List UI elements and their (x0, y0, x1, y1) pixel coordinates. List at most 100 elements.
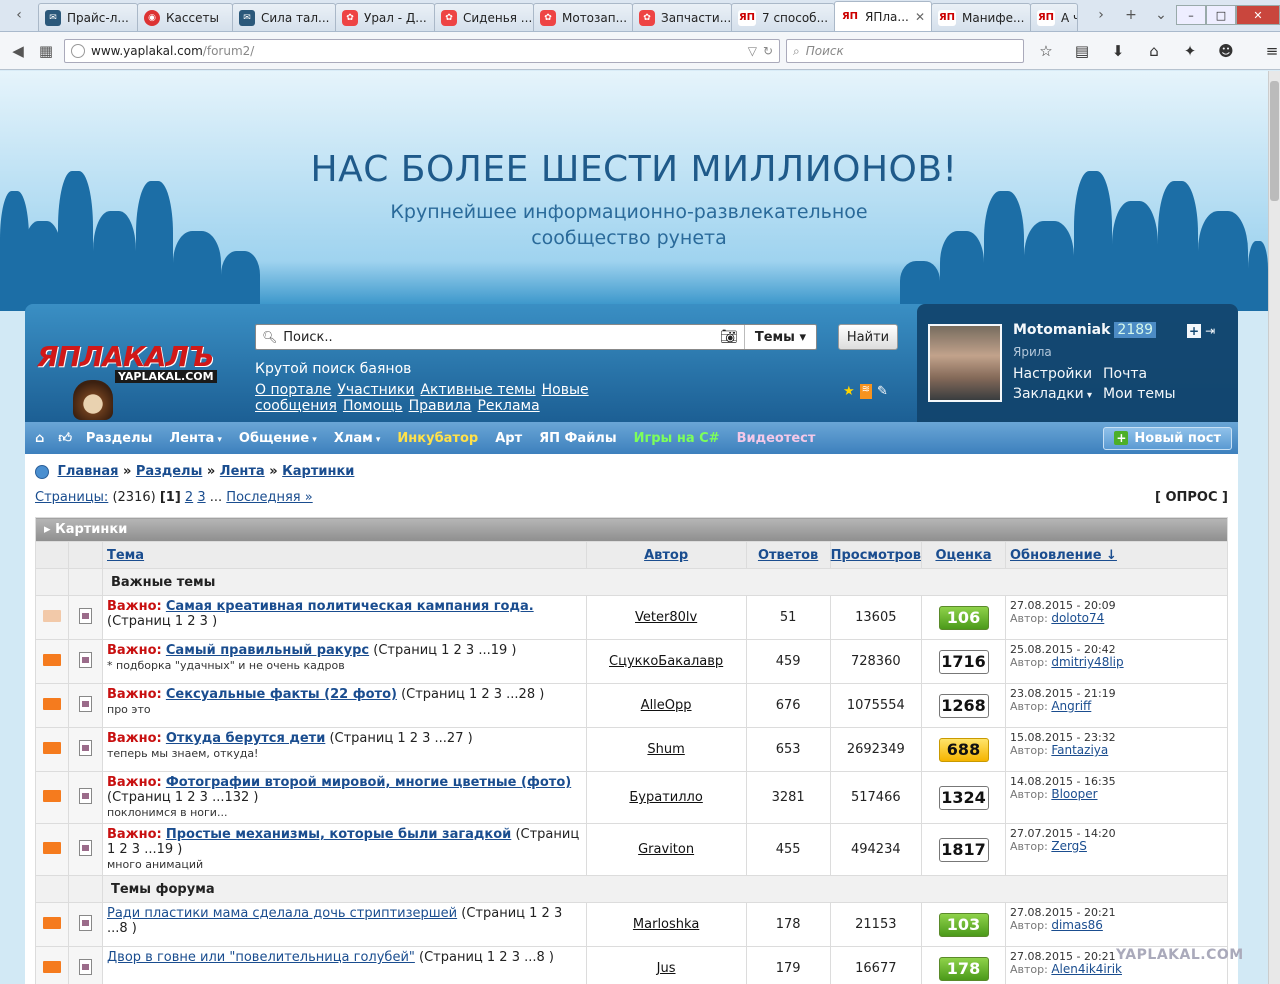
maximize-button[interactable]: □ (1206, 5, 1236, 25)
topic-title-link[interactable]: Фотографии второй мировой, многие цветны… (166, 775, 571, 790)
page-3-link[interactable]: 3 (197, 490, 205, 505)
breadcrumb-home[interactable]: Главная (58, 464, 119, 479)
add-icon[interactable]: + (1187, 324, 1202, 338)
scrollbar-thumb[interactable] (1270, 81, 1279, 201)
topic-pages[interactable]: (Страниц 1 2 3 ) (107, 614, 217, 629)
author-link[interactable]: Marloshka (633, 917, 699, 932)
topic-title-link[interactable]: Двор в говне или "повелительница голубей… (107, 950, 415, 965)
menu-item-games[interactable]: Игры на C# (634, 431, 720, 446)
addon-icon[interactable]: ✦ (1176, 37, 1204, 65)
thumbs-up-icon[interactable]: 👍︎ (58, 431, 72, 446)
new-post-button[interactable]: + Новый пост (1103, 426, 1232, 450)
last-poster-link[interactable]: dmitriy48lip (1051, 655, 1123, 669)
camera-icon[interactable]: 📷︎ (720, 329, 738, 345)
settings-link[interactable]: Настройки (1013, 366, 1092, 382)
browser-tab[interactable]: ✿ Сиденья ... (434, 3, 534, 31)
topic-pages[interactable]: (Страниц 1 2 3 ...28 ) (401, 687, 544, 702)
header-link[interactable]: Помощь (343, 398, 403, 414)
browser-tab[interactable]: ЯП ЯПла... ✕ (834, 1, 932, 31)
column-header-views[interactable]: Просмотров (829, 541, 923, 569)
my-topics-link[interactable]: Мои темы (1103, 386, 1176, 402)
envelope-icon[interactable] (43, 653, 61, 666)
reload-icon[interactable]: ↻ (763, 44, 773, 58)
pages-label[interactable]: Страницы: (35, 490, 108, 505)
browser-tab[interactable]: ✿ Урал - Д... (335, 3, 435, 31)
browser-tab[interactable]: ◉ Кассеты (137, 3, 233, 31)
last-poster-link[interactable]: dimas86 (1051, 918, 1103, 932)
author-link[interactable]: Jus (657, 961, 676, 976)
column-header-topic[interactable]: Тема (102, 541, 587, 569)
column-header-author[interactable]: Автор (585, 541, 747, 569)
url-dropdown-icon[interactable]: ▽ (748, 44, 757, 58)
site-logo[interactable]: ЯПЛАКАЛЪ (37, 340, 214, 373)
header-link[interactable]: Активные темы (420, 382, 535, 398)
topic-title-link[interactable]: Ради пластики мама сделала дочь стриптиз… (107, 906, 457, 921)
column-header-updated[interactable]: Обновление ↓ (1005, 541, 1228, 569)
menu-item-sections[interactable]: Разделы (86, 431, 152, 446)
header-link[interactable]: О портале (255, 382, 331, 398)
browser-tab[interactable]: ✿ Запчасти... (632, 3, 732, 31)
browser-search-input[interactable]: ⌕ Поиск (786, 39, 1024, 63)
topic-pages[interactable]: (Страниц 1 2 3 ...27 ) (329, 731, 472, 746)
envelope-icon[interactable] (43, 916, 61, 929)
new-tab-icon[interactable]: + (1116, 7, 1146, 23)
envelope-icon[interactable] (43, 741, 61, 754)
browser-tab[interactable]: ✿ Мотозап... (533, 3, 633, 31)
downloads-icon[interactable]: ⬇ (1104, 37, 1132, 65)
browser-tab[interactable]: ✉ Сила тал... (232, 3, 336, 31)
topic-title-link[interactable]: Сексуальные факты (22 фото) (166, 687, 397, 702)
bookmark-star-icon[interactable]: ☆ (1032, 37, 1060, 65)
browser-tab[interactable]: ЯП 7 способ... (731, 3, 835, 31)
header-link[interactable]: Участники (337, 382, 414, 398)
menu-item-art[interactable]: Арт (495, 431, 522, 446)
menu-item-incubator[interactable]: Инкубатор (397, 431, 478, 446)
search-scope-select[interactable]: Темы ▾ (743, 325, 816, 349)
breadcrumb-feed[interactable]: Лента (220, 464, 265, 479)
menu-item-feed[interactable]: Лента ▾ (169, 431, 222, 446)
topic-pages[interactable]: (Страниц 1 2 3 ...19 ) (373, 643, 516, 658)
back-icon[interactable]: ◀ (4, 37, 32, 65)
poll-link[interactable]: [ ОПРОС ] (1155, 490, 1228, 505)
score-badge[interactable]: 1716 (938, 649, 989, 674)
menu-icon[interactable]: ≡ (1258, 37, 1280, 65)
mail-link[interactable]: Почта (1103, 366, 1147, 382)
topic-title-link[interactable]: Самая креативная политическая кампания г… (166, 599, 534, 614)
topic-pages[interactable]: (Страниц 1 2 3 ...8 ) (419, 950, 554, 965)
breadcrumb-sections[interactable]: Разделы (136, 464, 202, 479)
chat-icon[interactable]: ☻ (1212, 37, 1240, 65)
menu-item-files[interactable]: ЯП Файлы (539, 431, 616, 446)
last-poster-link[interactable]: ZergS (1051, 839, 1087, 853)
score-badge[interactable]: 1817 (938, 837, 989, 862)
url-bar[interactable]: www.yaplakal.com /forum2/ ▽ ↻ (64, 39, 780, 63)
home-icon[interactable]: ⌂ (1140, 37, 1168, 65)
site-search-input[interactable]: 🔍︎ Поиск.. 📷︎ Темы ▾ (255, 324, 817, 350)
menu-item-communication[interactable]: Общение ▾ (239, 431, 317, 446)
author-link[interactable]: AlleOpp (641, 698, 692, 713)
envelope-icon[interactable] (43, 789, 61, 802)
topic-title-link[interactable]: Откуда берутся дети (166, 731, 325, 746)
author-link[interactable]: СцуккоБакалавр (609, 654, 723, 669)
score-badge[interactable]: 103 (938, 912, 989, 937)
close-tab-icon[interactable]: ✕ (909, 10, 925, 24)
avatar[interactable] (928, 324, 1002, 402)
rss-icon[interactable]: ≋ (859, 384, 873, 399)
browser-tab[interactable]: ✉ Прайс-л... (38, 3, 138, 31)
author-link[interactable]: Shum (647, 742, 684, 757)
score-badge[interactable]: 178 (938, 956, 989, 981)
minimize-button[interactable]: – (1176, 5, 1206, 25)
last-poster-link[interactable]: Angriff (1051, 699, 1091, 713)
envelope-icon[interactable] (43, 697, 61, 710)
column-header-replies[interactable]: Ответов (745, 541, 831, 569)
sidebar-toggle-icon[interactable]: ▦ (32, 37, 60, 65)
last-poster-link[interactable]: Alen4ik4irik (1051, 962, 1122, 976)
score-badge[interactable]: 688 (938, 737, 989, 762)
breadcrumb-pictures[interactable]: Картинки (282, 464, 354, 479)
bookmarks-link[interactable]: Закладки ▾ (1013, 386, 1092, 402)
topic-title-link[interactable]: Самый правильный ракурс (166, 643, 369, 658)
bookmarks-list-icon[interactable]: ▤ (1068, 37, 1096, 65)
header-link[interactable]: Правила (409, 398, 472, 414)
tabs-scroll-right-icon[interactable]: › (1086, 7, 1116, 23)
envelope-icon[interactable] (43, 609, 61, 622)
browser-tab[interactable]: ЯП А ч (1030, 3, 1078, 31)
page-last-link[interactable]: Последняя » (226, 490, 312, 505)
